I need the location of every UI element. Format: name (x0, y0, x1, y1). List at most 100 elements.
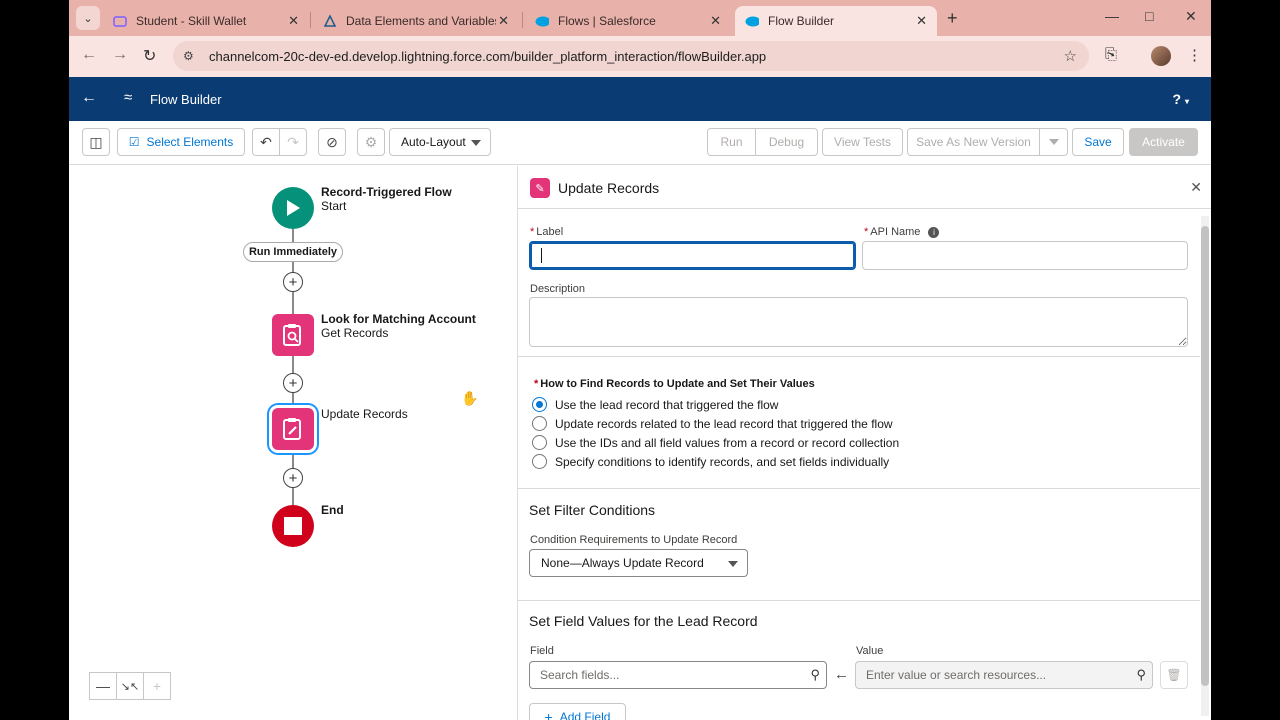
flow-canvas[interactable]: Record-Triggered Flow Start Run Immediat… (69, 166, 517, 720)
close-icon[interactable]: ✕ (288, 13, 299, 29)
fit-to-view-button[interactable]: ↘↖ (116, 672, 144, 700)
reload-icon[interactable]: ↻ (143, 46, 156, 66)
add-element-button[interactable]: + (283, 373, 303, 393)
panel-scrollbar-thumb[interactable] (1201, 226, 1209, 686)
delete-row-button[interactable]: 🗑 (1160, 661, 1188, 689)
site-info-icon[interactable]: ⚙ (183, 49, 201, 63)
window-close-icon[interactable]: ✕ (1185, 8, 1197, 25)
section-divider (518, 356, 1200, 357)
condition-requirements-select[interactable]: None—Always Update Record (529, 549, 748, 577)
info-icon[interactable]: i (928, 227, 940, 238)
filter-conditions-heading: Set Filter Conditions (529, 502, 656, 518)
radio-option[interactable]: Update records related to the lead recor… (532, 416, 893, 431)
update-records-icon: ✎ (530, 178, 550, 198)
browser-tab[interactable]: Flows | Salesforce ✕ (525, 6, 731, 36)
radio-option[interactable]: Use the lead record that triggered the f… (532, 397, 778, 412)
back-arrow-icon[interactable]: ← (81, 46, 97, 64)
close-icon[interactable]: ✕ (916, 13, 927, 29)
close-icon[interactable]: ✕ (1190, 179, 1202, 196)
run-immediately-pill[interactable]: Run Immediately (243, 242, 343, 262)
radio-option[interactable]: Specify conditions to identify records, … (532, 454, 889, 469)
radio-button[interactable] (532, 416, 547, 431)
debug-button[interactable]: Debug (755, 128, 818, 156)
extensions-icon[interactable]: ⎘ (1105, 46, 1117, 63)
text-cursor (541, 248, 542, 263)
address-bar[interactable]: ⚙ channelcom-20c-dev-ed.develop.lightnin… (173, 41, 1089, 71)
browser-tab-strip: ⌄ Student - Skill Wallet ✕ Data Elements… (69, 0, 1211, 36)
maximize-icon[interactable]: □ (1145, 8, 1153, 24)
add-field-button[interactable]: + Add Field (529, 703, 626, 720)
end-node[interactable] (272, 505, 314, 547)
radio-option[interactable]: Use the IDs and all field values from a … (532, 435, 899, 450)
add-element-button[interactable]: + (283, 272, 303, 292)
panel-title: Update Records (558, 180, 660, 196)
more-menu-icon[interactable]: ⋮ (1187, 46, 1202, 64)
profile-avatar[interactable] (1151, 46, 1171, 66)
save-as-new-version-button[interactable]: Save As New Version (907, 128, 1040, 156)
view-tests-button[interactable]: View Tests (822, 128, 903, 156)
redo-button[interactable]: ↷ (279, 128, 307, 156)
zoom-out-button[interactable]: — (89, 672, 117, 700)
minimize-icon[interactable]: — (1105, 8, 1119, 24)
get-records-node[interactable] (272, 314, 314, 356)
description-textarea[interactable] (529, 297, 1188, 347)
run-button[interactable]: Run (707, 128, 756, 156)
builder-toolbar: ◫ ☑ Select Elements ↶ ↷ ⊘ ⚙ Auto-Layout … (69, 121, 1211, 165)
plus-icon: + (152, 678, 162, 694)
settings-button[interactable]: ⚙ (357, 128, 385, 156)
browser-toolbar: ← → ↻ ⚙ channelcom-20c-dev-ed.develop.li… (69, 36, 1211, 77)
zoom-in-button[interactable]: + (143, 672, 171, 700)
undo-button[interactable]: ↶ (252, 128, 280, 156)
radio-option-label: Update records related to the lead recor… (555, 416, 893, 431)
radio-button[interactable] (532, 454, 547, 469)
screen: ⌄ Student - Skill Wallet ✕ Data Elements… (69, 0, 1211, 720)
panel-icon: ◫ (89, 133, 103, 150)
start-node-label: Record-Triggered Flow Start (321, 185, 452, 213)
radio-button-checked[interactable] (532, 397, 547, 412)
view-tests-label: View Tests (834, 135, 891, 149)
value-search-input[interactable]: Enter value or search resources... ⚲ (855, 661, 1153, 689)
label-input[interactable] (529, 241, 856, 270)
tab-search-button[interactable]: ⌄ (76, 6, 100, 30)
run-label: Run (720, 135, 743, 149)
start-node[interactable] (272, 187, 314, 229)
browser-tab[interactable]: Student - Skill Wallet ✕ (103, 6, 309, 36)
radio-button[interactable] (532, 435, 547, 450)
update-records-node[interactable] (272, 408, 314, 450)
bookmark-star-icon[interactable]: ☆ (1064, 47, 1077, 65)
section-divider (518, 488, 1200, 489)
errors-button[interactable]: ⊘ (318, 128, 346, 156)
api-name-input[interactable] (862, 241, 1188, 270)
select-icon: ☑ (128, 135, 140, 149)
new-tab-button[interactable]: + (947, 8, 958, 29)
select-elements-button[interactable]: ☑ Select Elements (117, 128, 245, 156)
radio-option-label: Specify conditions to identify records, … (555, 454, 890, 469)
add-element-button[interactable]: + (283, 468, 303, 488)
label-field-label: * Label (530, 226, 564, 238)
salesforce-cloud-icon (535, 14, 549, 28)
field-search-input[interactable]: Search fields... ⚲ (529, 661, 827, 689)
save-as-new-label: Save As New Version (916, 135, 1031, 149)
layout-dropdown[interactable]: Auto-Layout (389, 128, 491, 156)
save-button[interactable]: Save (1072, 128, 1124, 156)
debug-label: Debug (768, 135, 805, 149)
browser-tab[interactable]: Data Elements and Variables Gu ✕ (313, 6, 519, 36)
activate-button[interactable]: Activate (1129, 128, 1198, 156)
close-icon[interactable]: ✕ (710, 13, 721, 29)
add-field-label: Add Field (559, 710, 611, 720)
tab-title: Flow Builder (768, 14, 835, 28)
layout-label: Auto-Layout (401, 135, 466, 149)
save-options-dropdown[interactable] (1039, 128, 1068, 156)
close-icon[interactable]: ✕ (498, 13, 509, 29)
back-arrow-icon[interactable]: ← (81, 89, 97, 107)
stop-icon (284, 517, 302, 535)
section-divider (518, 600, 1200, 601)
app-header: ← ≈ Flow Builder ? ▾ (69, 77, 1211, 121)
api-name-label-text: API Name (870, 226, 921, 238)
search-icon: ⚲ (1136, 667, 1146, 682)
forward-arrow-icon[interactable]: → (112, 46, 128, 64)
help-menu-button[interactable]: ? ▾ (1173, 91, 1189, 107)
toggle-panel-button[interactable]: ◫ (82, 128, 110, 156)
description-label: Description (530, 283, 586, 295)
browser-tab-active[interactable]: Flow Builder ✕ (735, 6, 937, 36)
